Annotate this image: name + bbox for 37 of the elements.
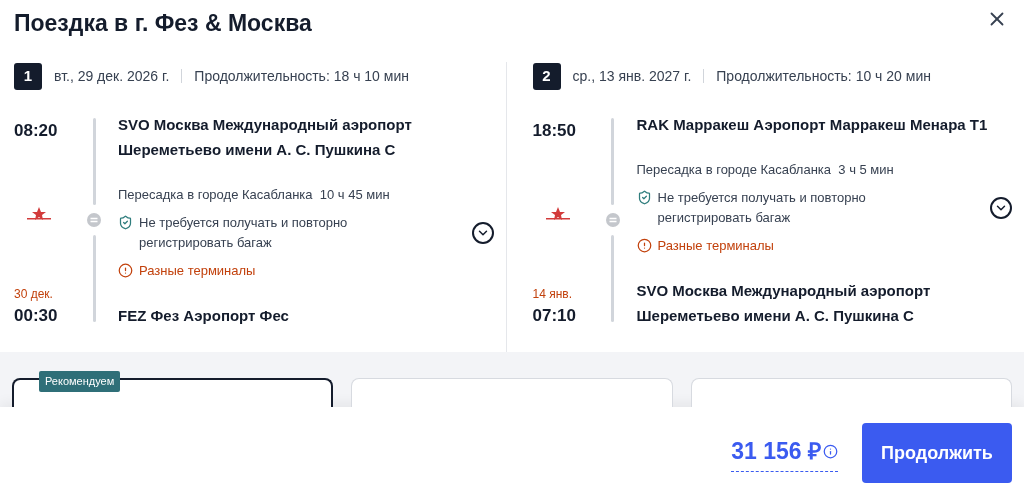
baggage-note: Не требуется получать и повторно регистрировать багаж bbox=[139, 213, 349, 252]
leg-date: ср., 13 янв. 2027 г. bbox=[572, 66, 692, 86]
transfer-icon bbox=[605, 213, 620, 227]
departure-time: 08:20 bbox=[14, 120, 58, 142]
leg-duration: Продолжительность: 10 ч 20 мин bbox=[716, 66, 931, 86]
transfer-icon bbox=[87, 213, 101, 227]
leg-number-badge: 1 bbox=[14, 62, 42, 90]
arrival-date: 14 янв. bbox=[532, 285, 572, 303]
shield-icon bbox=[636, 189, 652, 205]
departure-airport: RAK Марракеш Аэропорт Марракеш Менара T1 bbox=[636, 115, 989, 135]
warning-icon bbox=[118, 262, 133, 278]
expand-button[interactable] bbox=[990, 196, 1012, 219]
arrival-airport: FEZ Фез Аэропорт Фес bbox=[118, 306, 290, 326]
transfer-info: Пересадка в городе Касабланка 3 ч 5 мин bbox=[636, 161, 895, 179]
expand-button[interactable] bbox=[471, 221, 494, 244]
info-icon[interactable] bbox=[823, 444, 838, 459]
shield-icon bbox=[118, 214, 133, 230]
leg-duration: Продолжительность: 18 ч 10 мин bbox=[194, 66, 409, 86]
terminal-warning: Разные терминалы bbox=[657, 236, 774, 255]
warning-icon bbox=[636, 237, 652, 253]
arrival-time: 00:30 bbox=[14, 304, 58, 327]
baggage-note: Не требуется получать и повторно регистрировать багаж bbox=[657, 188, 867, 227]
terminal-warning: Разные терминалы bbox=[139, 261, 256, 280]
departure-time: 18:50 bbox=[532, 120, 576, 142]
leg-date: вт., 29 дек. 2026 г. bbox=[54, 66, 170, 86]
fare-card[interactable] bbox=[12, 378, 334, 407]
arrival-airport: SVO Москва Международный аэропорт Шереметьево имени А. С. Пушкина C bbox=[636, 281, 932, 326]
airline-logo-icon bbox=[24, 206, 54, 222]
total-price[interactable]: 31 156 ₽ bbox=[731, 434, 821, 469]
arrival-date: 30 дек. bbox=[14, 285, 53, 303]
continue-button[interactable]: Продолжить bbox=[862, 423, 1012, 483]
departure-airport: SVO Москва Международный аэропорт Шереметьево имени А. С. Пушкина C bbox=[118, 115, 413, 160]
transfer-info: Пересадка в городе Касабланка 10 ч 45 мин bbox=[118, 186, 391, 204]
leg-number-badge: 2 bbox=[532, 62, 561, 90]
arrival-time: 07:10 bbox=[532, 304, 576, 327]
dialog-title: Поездка в г. Фез & Москва bbox=[14, 9, 312, 38]
recommended-badge: Рекомендуем bbox=[39, 371, 121, 392]
